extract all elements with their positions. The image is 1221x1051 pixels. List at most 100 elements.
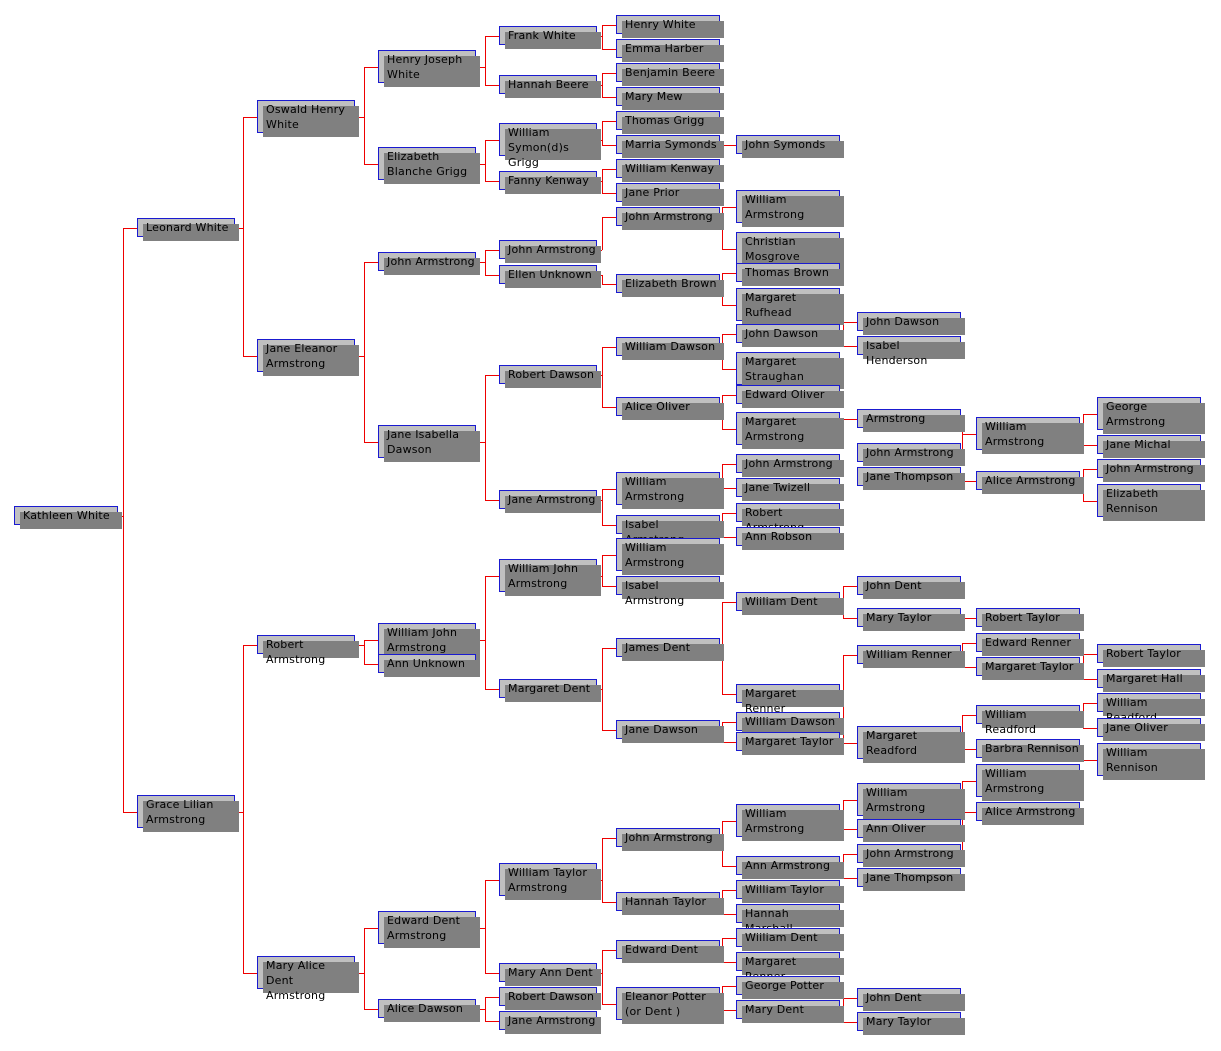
person-node[interactable]: Leonard White xyxy=(137,218,239,241)
person-node[interactable]: William Kenway xyxy=(616,159,724,182)
person-node[interactable]: Margaret Renner xyxy=(736,952,844,983)
person-node[interactable]: Mary Dent xyxy=(736,1000,844,1023)
person-node[interactable]: Robert Armstrong xyxy=(736,503,844,534)
person-node[interactable]: Robert Armstrong xyxy=(257,635,359,666)
person-node[interactable]: Thomas Brown xyxy=(736,263,844,286)
person-node[interactable]: Edward Dent xyxy=(616,940,724,963)
person-node[interactable]: Mary Ann Dent xyxy=(499,963,601,986)
person-node[interactable]: Edward Oliver xyxy=(736,385,844,408)
person-node[interactable]: Elizabeth Blanche Grigg xyxy=(378,147,480,184)
person-node[interactable]: Jane Oliver xyxy=(1097,718,1205,741)
person-node[interactable]: William Armstrong xyxy=(736,190,844,227)
person-node[interactable]: William Armstrong xyxy=(616,538,724,575)
person-node[interactable]: William Armstrong xyxy=(616,472,724,509)
person-node[interactable]: John Armstrong xyxy=(857,844,965,867)
person-node[interactable]: Thomas Grigg xyxy=(616,111,724,134)
person-node[interactable]: William Armstrong xyxy=(976,417,1084,454)
person-node[interactable]: Robert Taylor xyxy=(976,608,1084,631)
person-node[interactable]: Margaret Taylor xyxy=(736,732,844,755)
person-node[interactable]: John Dawson xyxy=(736,324,844,347)
person-node[interactable]: Robert Dawson xyxy=(499,365,601,388)
person-node[interactable]: Jane Armstrong xyxy=(499,490,601,513)
person-node[interactable]: Margaret Straughan xyxy=(736,352,844,389)
person-node[interactable]: Edward Dent Armstrong xyxy=(378,911,480,948)
person-node[interactable]: Henry Joseph White xyxy=(378,50,480,87)
person-node[interactable]: Ann Armstrong xyxy=(736,856,844,879)
person-node[interactable]: Margaret Readford xyxy=(857,726,965,763)
person-node[interactable]: William John Armstrong xyxy=(378,623,480,660)
person-node[interactable]: Kathleen White xyxy=(14,506,122,529)
person-node[interactable]: John Dawson xyxy=(857,312,965,335)
person-node[interactable]: Elizabeth Rennison xyxy=(1097,484,1205,521)
person-node[interactable]: Elizabeth Brown xyxy=(616,274,724,297)
person-node[interactable]: Alice Armstrong xyxy=(976,471,1084,494)
person-node[interactable]: John Armstrong xyxy=(1097,459,1205,482)
person-node[interactable]: William Dawson xyxy=(616,337,724,360)
person-node[interactable]: Mary Taylor xyxy=(857,608,965,631)
person-node[interactable]: John Armstrong xyxy=(616,828,724,851)
person-node[interactable]: Isabel Henderson xyxy=(857,336,965,367)
person-node[interactable]: John Armstrong xyxy=(857,443,965,466)
person-node[interactable]: Wiiliam Dent xyxy=(736,592,844,615)
person-node[interactable]: James Dent xyxy=(616,638,724,661)
person-node[interactable]: William Symon(d)s Grigg xyxy=(499,123,601,169)
person-node[interactable]: Ann Robson xyxy=(736,527,844,550)
person-node[interactable]: Alice Oliver xyxy=(616,397,724,420)
person-node[interactable]: John Dent xyxy=(857,988,965,1011)
person-node[interactable]: William Dawson xyxy=(736,712,844,735)
person-node[interactable]: John Armstrong xyxy=(736,454,844,477)
person-node[interactable]: Alice Dawson xyxy=(378,999,480,1022)
person-node[interactable]: Jane Thompson xyxy=(857,467,965,490)
person-node[interactable]: Margaret Armstrong xyxy=(736,412,844,449)
person-node[interactable]: Margaret Renner xyxy=(736,684,844,715)
person-node[interactable]: William Taylor xyxy=(736,880,844,903)
person-node[interactable]: Wiiliam Dent xyxy=(736,928,844,951)
person-node[interactable]: Hannah Taylor xyxy=(616,892,724,915)
person-node[interactable]: Frank White xyxy=(499,26,601,49)
person-node[interactable]: Jane Armstrong xyxy=(499,1011,601,1034)
person-node[interactable]: Benjamin Beere xyxy=(616,63,724,86)
person-node[interactable]: Isabel Armstrong xyxy=(616,576,724,607)
person-node[interactable]: George Armstrong xyxy=(1097,397,1205,434)
person-node[interactable]: Hannah Beere xyxy=(499,75,601,98)
person-node[interactable]: Oswald Henry White xyxy=(257,100,359,137)
person-node[interactable]: Margaret Taylor xyxy=(976,657,1084,680)
person-node[interactable]: Henry White xyxy=(616,15,724,38)
person-node[interactable]: Fanny Kenway xyxy=(499,171,601,194)
person-node[interactable]: John Symonds xyxy=(736,135,844,158)
person-node[interactable]: Ellen Unknown xyxy=(499,265,601,288)
person-node[interactable]: Ann Oliver xyxy=(857,819,965,842)
person-node[interactable]: Margaret Rufhead xyxy=(736,288,844,325)
person-node[interactable]: George Potter xyxy=(736,976,844,999)
person-node[interactable]: Jane Michal xyxy=(1097,435,1205,458)
person-node[interactable]: Jane Eleanor Armstrong xyxy=(257,339,359,376)
person-node[interactable]: Margaret Dent xyxy=(499,679,601,702)
person-node[interactable]: William Rennison xyxy=(1097,743,1205,780)
person-node[interactable]: William Armstrong xyxy=(857,783,965,820)
person-node[interactable]: Armstrong xyxy=(857,409,965,432)
person-node[interactable]: Mary Mew xyxy=(616,87,724,110)
person-node[interactable]: William Armstrong xyxy=(976,764,1084,801)
person-node[interactable]: Isabel Armstrong xyxy=(616,515,724,546)
person-node[interactable]: Ann Unknown xyxy=(378,654,480,677)
person-node[interactable]: William Taylor Armstrong xyxy=(499,863,601,900)
person-node[interactable]: Edward Renner xyxy=(976,633,1084,656)
person-node[interactable]: Jane Twizell xyxy=(736,478,844,501)
person-node[interactable]: William Readford xyxy=(976,705,1084,736)
person-node[interactable]: Alice Armstrong xyxy=(976,802,1084,825)
person-node[interactable]: John Dent xyxy=(857,576,965,599)
person-node[interactable]: Robert Dawson xyxy=(499,987,601,1010)
person-node[interactable]: Christian Mosgrove xyxy=(736,232,844,269)
person-node[interactable]: William Armstrong xyxy=(736,804,844,841)
person-node[interactable]: John Armstrong xyxy=(378,252,480,275)
person-node[interactable]: Jane Prior xyxy=(616,183,724,206)
person-node[interactable]: Jane Isabella Dawson xyxy=(378,425,480,462)
person-node[interactable]: Jane Thompson xyxy=(857,868,965,891)
person-node[interactable]: Jane Dawson xyxy=(616,720,724,743)
person-node[interactable]: John Armstrong xyxy=(499,240,601,263)
person-node[interactable]: William Readford xyxy=(1097,693,1205,724)
person-node[interactable]: Grace Lilian Armstrong xyxy=(137,795,239,832)
person-node[interactable]: Eleanor Potter (or Dent ) xyxy=(616,987,724,1024)
person-node[interactable]: Robert Taylor xyxy=(1097,644,1205,667)
person-node[interactable]: Emma Harber xyxy=(616,39,724,62)
